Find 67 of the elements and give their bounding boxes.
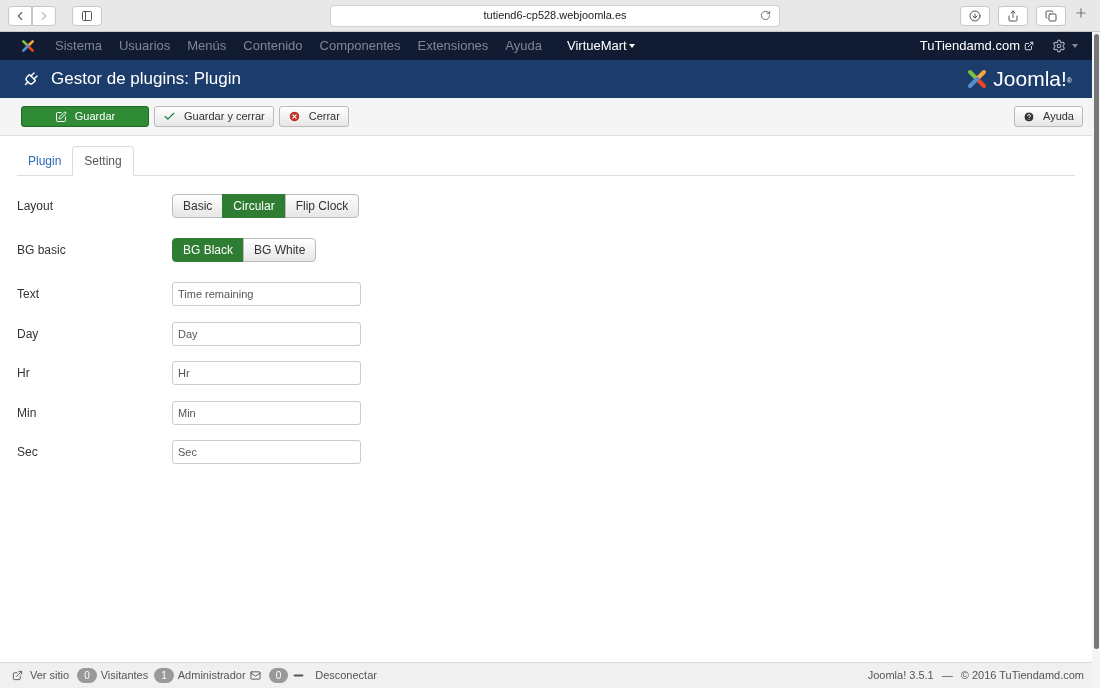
option-button[interactable]: Basic (172, 194, 224, 218)
nav-menu-item[interactable]: Componentes (319, 36, 401, 56)
field-label: Min (17, 404, 38, 422)
external-link-icon (12, 670, 23, 681)
option-button[interactable]: Circular (222, 194, 286, 218)
caret-icon (628, 44, 635, 48)
option-button[interactable]: BG White (243, 238, 317, 262)
logout-link[interactable]: Desconectar (315, 667, 377, 684)
nav-menu-item[interactable]: Ayuda (505, 36, 542, 56)
joomla-logo-icon (20, 38, 36, 54)
download-button[interactable] (960, 5, 990, 26)
address-bar[interactable]: tutiend6-cp528.webjoomla.es (330, 4, 780, 27)
text-field[interactable]: Hr (172, 361, 361, 386)
nav-menu-item[interactable]: VirtueMart (567, 36, 635, 56)
close-icon (287, 110, 301, 123)
settings-icon[interactable] (1052, 39, 1066, 53)
share-button[interactable] (998, 5, 1028, 26)
page-title: Gestor de plugins: Plugin (51, 68, 241, 91)
text-field[interactable]: Time remaining (172, 282, 361, 306)
field-label: Text (17, 286, 40, 303)
visitors-label: Visitantes (100, 668, 149, 684)
nav-menu-item[interactable]: Menús (187, 36, 227, 56)
count-badge: 0 (268, 668, 289, 683)
mail-icon (249, 670, 261, 681)
count-badge: 1 (154, 668, 174, 683)
site-link[interactable]: TuTiendamd.com (919, 36, 1034, 56)
count-badge: 0 (77, 668, 97, 683)
caret-icon[interactable] (1072, 44, 1078, 48)
nav-menu-item[interactable]: Usuarios (118, 36, 171, 56)
download-icon (969, 9, 981, 22)
field-label: Hr (17, 365, 31, 383)
new-tab-icon[interactable] (1074, 5, 1088, 20)
save-close-button[interactable]: Guardar y cerrar (154, 106, 274, 127)
help-icon (1023, 110, 1035, 123)
tab[interactable]: Setting (72, 146, 134, 176)
text-field[interactable]: Min (172, 400, 361, 425)
external-link-icon (1024, 41, 1034, 51)
check-icon (163, 110, 176, 123)
tabs-button[interactable] (1036, 5, 1066, 26)
sidebar-icon (81, 9, 93, 22)
help-button[interactable]: Ayuda (1014, 106, 1083, 127)
field-label: BG basic (17, 242, 67, 259)
version-text: Joomla! 3.5.1 (867, 668, 934, 684)
nav-menu-item[interactable]: Contenido (243, 36, 303, 56)
field-label: Layout (17, 198, 55, 215)
tab[interactable]: Plugin (17, 146, 73, 175)
copyright-text: © 2016 TuTiendamd.com (960, 668, 1084, 684)
option-button[interactable]: Flip Clock (284, 194, 360, 218)
reload-icon[interactable] (760, 10, 771, 21)
back-button[interactable] (8, 5, 32, 26)
option-button[interactable]: BG Black (172, 238, 244, 262)
admin-label: Administrador (177, 668, 246, 684)
logo-text: Joomla!$^{®}$ (993, 66, 1072, 93)
field-label: Sec (17, 444, 39, 462)
view-site-link[interactable]: Ver sitio (30, 667, 70, 684)
tabs-icon (1045, 9, 1057, 22)
separator-text: — (941, 668, 953, 684)
sidebar-button[interactable] (72, 5, 102, 26)
field-label: Day (17, 325, 40, 343)
text-field[interactable]: Day (172, 321, 361, 346)
close-button[interactable]: Cerrar (278, 106, 349, 127)
save-button[interactable]: Guardar (21, 106, 149, 127)
nav-menu-item[interactable]: Extensiones (417, 36, 489, 56)
share-icon (1007, 9, 1019, 22)
edit-icon (54, 110, 67, 123)
nav-menu-item[interactable]: Sistema (55, 36, 102, 56)
text-field[interactable]: Sec (172, 440, 361, 465)
